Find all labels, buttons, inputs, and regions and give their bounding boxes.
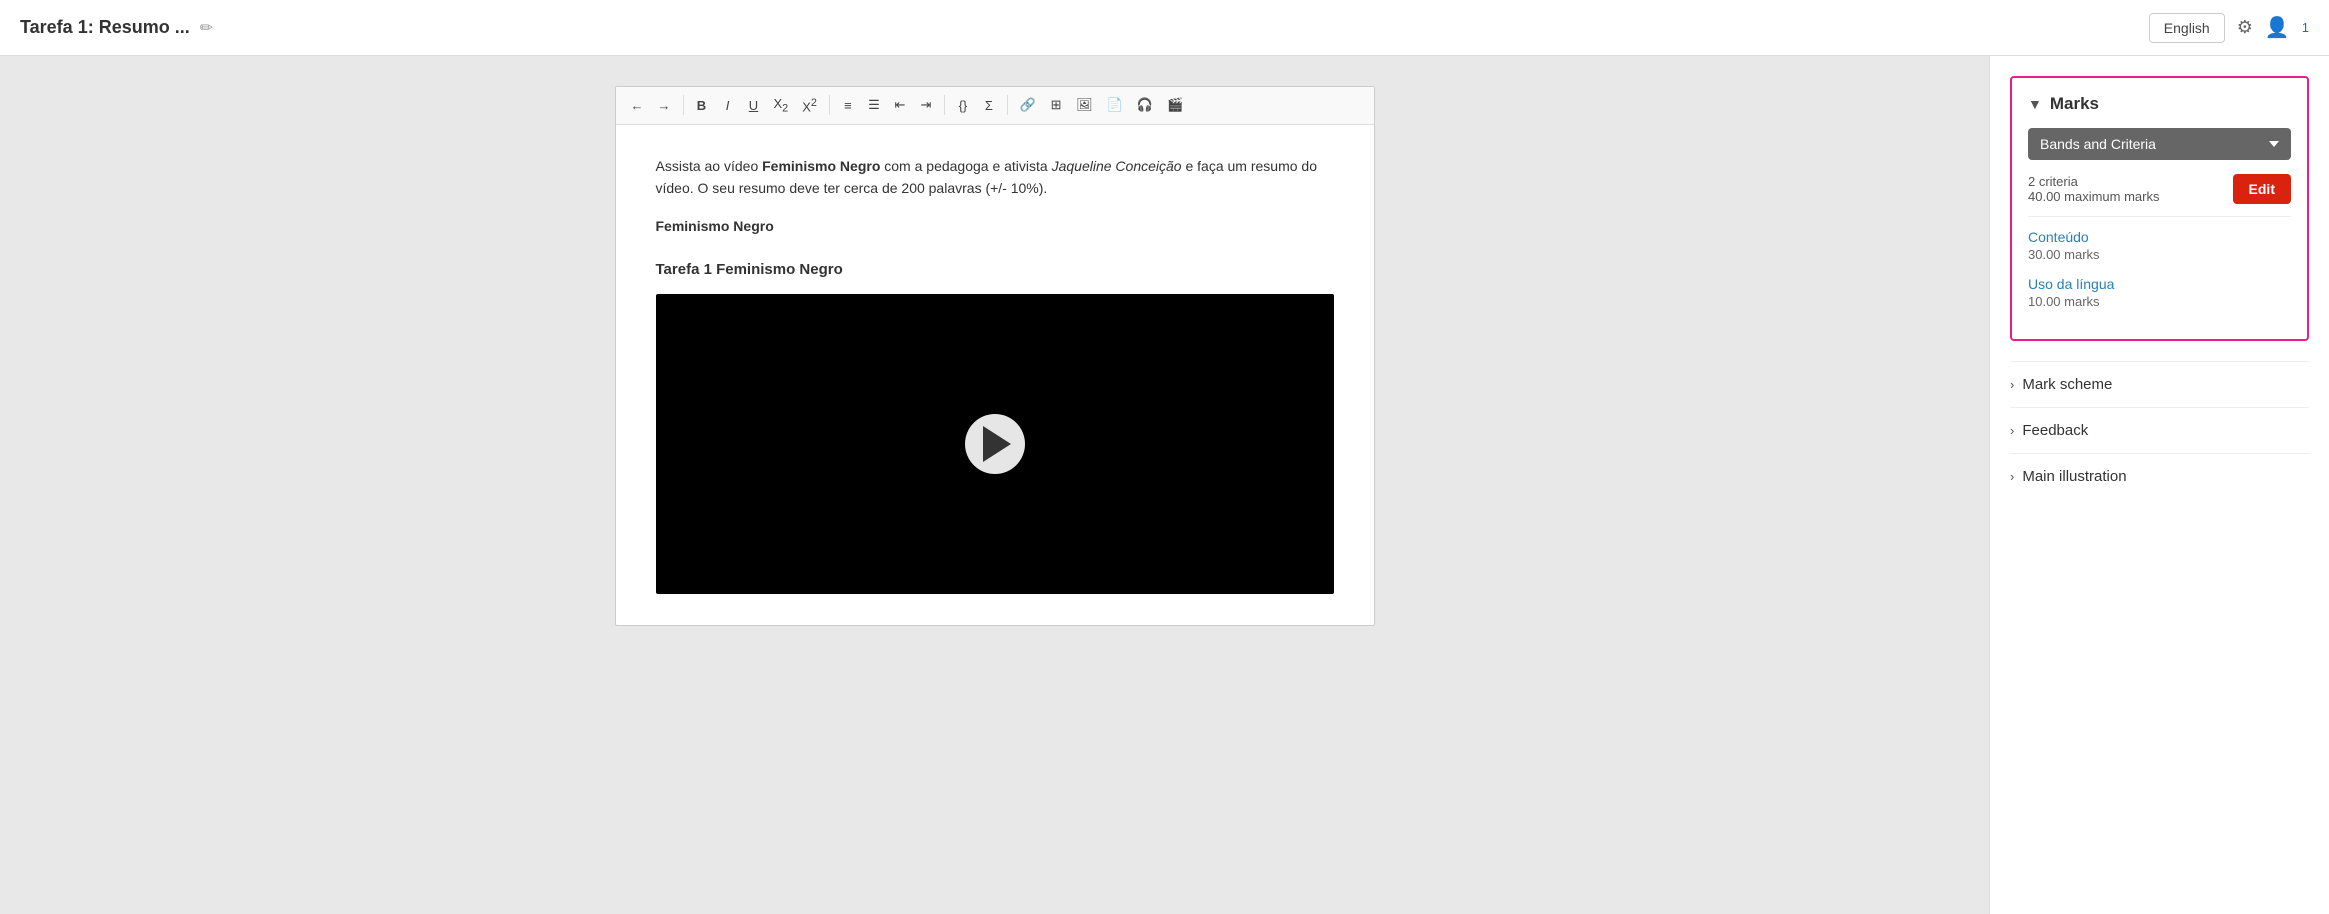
criteria-name-2: Uso da língua: [2028, 276, 2291, 292]
feedback-header[interactable]: › Feedback: [2010, 422, 2309, 439]
user-icon[interactable]: 👤: [2265, 15, 2290, 40]
main-illustration-label: Main illustration: [2022, 468, 2126, 485]
editor-container: ← → B I U X2 X2 ≡ ☰ ⇤ ⇥ {} Σ 🔗 ⊞ 🖼: [615, 86, 1375, 626]
criteria-name-1: Conteúdo: [2028, 229, 2291, 245]
marks-chevron-icon[interactable]: ▼: [2028, 96, 2042, 112]
gear-icon[interactable]: ⚙: [2237, 17, 2253, 38]
edit-title-icon[interactable]: ✏: [200, 18, 213, 38]
video-player[interactable]: [656, 294, 1334, 594]
mark-scheme-chevron-icon: ›: [2010, 377, 2014, 392]
editor-bold-title: Feminismo Negro: [656, 215, 1334, 237]
formula-button[interactable]: Σ: [978, 95, 1000, 116]
main-illustration-section: › Main illustration: [2010, 453, 2309, 499]
editor-paragraph-1: Assista ao vídeo Feminismo Negro com a p…: [656, 155, 1334, 200]
redo-button[interactable]: →: [653, 95, 676, 116]
marks-info-row: 2 criteria 40.00 maximum marks Edit: [2028, 174, 2291, 204]
criteria-item-2: Uso da língua 10.00 marks: [2028, 276, 2291, 309]
marks-divider: [2028, 216, 2291, 217]
code-button[interactable]: {}: [952, 95, 974, 116]
feedback-chevron-icon: ›: [2010, 423, 2014, 438]
toolbar-divider-1: [683, 95, 684, 115]
editor-content[interactable]: Assista ao vídeo Feminismo Negro com a p…: [616, 125, 1374, 625]
pdf-button[interactable]: 📄: [1102, 94, 1128, 116]
criteria-count: 2 criteria: [2028, 174, 2159, 189]
bold-text-1: Feminismo Negro: [762, 158, 880, 174]
underline-button[interactable]: U: [743, 95, 765, 116]
image-button[interactable]: 🖼: [1071, 94, 1098, 116]
marks-info-left: 2 criteria 40.00 maximum marks: [2028, 174, 2159, 204]
indent-button[interactable]: ⇥: [915, 94, 937, 116]
audio-button[interactable]: 🎧: [1132, 94, 1158, 116]
max-marks: 40.00 maximum marks: [2028, 189, 2159, 204]
superscript-button[interactable]: X2: [797, 94, 822, 117]
toolbar-divider-2: [829, 95, 830, 115]
feedback-label: Feedback: [2022, 422, 2088, 439]
video-title: Tarefa 1 Feminismo Negro: [656, 258, 1334, 282]
bands-criteria-select[interactable]: Bands and Criteria Simple Marking: [2028, 128, 2291, 160]
outdent-button[interactable]: ⇤: [889, 94, 911, 116]
marks-header: ▼ Marks: [2028, 94, 2291, 114]
marks-section: ▼ Marks Bands and Criteria Simple Markin…: [2010, 76, 2309, 341]
header-left: Tarefa 1: Resumo ... ✏: [20, 17, 213, 38]
video-button[interactable]: 🎬: [1162, 94, 1188, 116]
language-button[interactable]: English: [2149, 13, 2225, 43]
subscript-button[interactable]: X2: [769, 93, 794, 118]
ordered-list-button[interactable]: ≡: [837, 95, 859, 116]
editor-area: ← → B I U X2 X2 ≡ ☰ ⇤ ⇥ {} Σ 🔗 ⊞ 🖼: [0, 56, 1989, 914]
criteria-marks-1: 30.00 marks: [2028, 247, 2291, 262]
header-right: English ⚙ 👤 1: [2149, 13, 2309, 43]
toolbar-divider-3: [944, 95, 945, 115]
italic-button[interactable]: I: [717, 95, 739, 116]
link-button[interactable]: 🔗: [1015, 94, 1041, 116]
table-button[interactable]: ⊞: [1045, 94, 1067, 116]
video-section: Tarefa 1 Feminismo Negro: [656, 258, 1334, 594]
toolbar-divider-4: [1007, 95, 1008, 115]
main-illustration-header[interactable]: › Main illustration: [2010, 468, 2309, 485]
criteria-item-1: Conteúdo 30.00 marks: [2028, 229, 2291, 262]
edit-button[interactable]: Edit: [2233, 174, 2291, 204]
header: Tarefa 1: Resumo ... ✏ English ⚙ 👤 1: [0, 0, 2329, 56]
mark-scheme-label: Mark scheme: [2022, 376, 2112, 393]
main-layout: ← → B I U X2 X2 ≡ ☰ ⇤ ⇥ {} Σ 🔗 ⊞ 🖼: [0, 56, 2329, 914]
undo-button[interactable]: ←: [626, 95, 649, 116]
marks-title: Marks: [2050, 94, 2099, 114]
mark-scheme-header[interactable]: › Mark scheme: [2010, 376, 2309, 393]
play-triangle-icon: [983, 426, 1011, 462]
page-title: Tarefa 1: Resumo ...: [20, 17, 190, 38]
user-count: 1: [2302, 20, 2309, 35]
right-panel: ▼ Marks Bands and Criteria Simple Markin…: [1989, 56, 2329, 914]
play-button[interactable]: [965, 414, 1025, 474]
toolbar: ← → B I U X2 X2 ≡ ☰ ⇤ ⇥ {} Σ 🔗 ⊞ 🖼: [616, 87, 1374, 125]
italic-text-1: Jaqueline Conceição: [1052, 158, 1182, 174]
unordered-list-button[interactable]: ☰: [863, 94, 885, 116]
feedback-section: › Feedback: [2010, 407, 2309, 453]
mark-scheme-section: › Mark scheme: [2010, 361, 2309, 407]
main-illustration-chevron-icon: ›: [2010, 469, 2014, 484]
bold-button[interactable]: B: [691, 95, 713, 116]
criteria-marks-2: 10.00 marks: [2028, 294, 2291, 309]
